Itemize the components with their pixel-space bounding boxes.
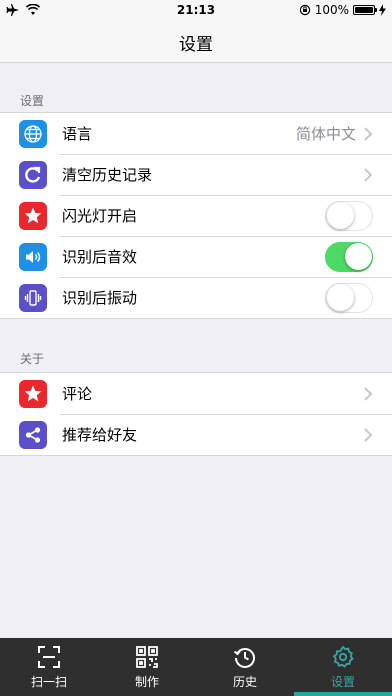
vibrate-icon [19, 283, 47, 312]
speaker-icon [19, 242, 47, 271]
vibrate-label: 识别后振动 [62, 289, 138, 307]
settings-group: 语言 简体中文 清空历史记录 闪光灯开启 识别后音效 识别后振动 [0, 112, 392, 319]
tab-scan[interactable]: 扫一扫 [0, 638, 98, 696]
qr-code-icon [136, 645, 158, 668]
sound-row: 识别后音效 [0, 236, 392, 277]
nav-bar: 设置 [0, 22, 392, 63]
review-row[interactable]: 评论 [0, 373, 392, 414]
globe-icon [19, 119, 47, 148]
history-icon [233, 647, 255, 668]
flash-label: 闪光灯开启 [62, 207, 138, 225]
language-label: 语言 [62, 125, 93, 143]
sound-toggle[interactable] [325, 241, 373, 272]
flash-toggle[interactable] [325, 200, 373, 231]
tab-scan-label: 扫一扫 [30, 674, 67, 689]
battery-percent: 100% [314, 3, 349, 17]
scan-icon [38, 645, 60, 668]
vibrate-toggle[interactable] [325, 282, 373, 313]
share-label: 推荐给好友 [62, 426, 138, 444]
tab-bar: 扫一扫 制作 历史 设置 [0, 638, 392, 696]
sound-label: 识别后音效 [62, 248, 138, 266]
status-bar: 21:13 100% [0, 0, 392, 22]
charging-icon [379, 4, 386, 16]
tab-settings-label: 设置 [330, 674, 355, 689]
vibrate-row: 识别后振动 [0, 277, 392, 318]
refresh-icon [19, 160, 47, 189]
star-icon [19, 201, 47, 230]
clear-history-row[interactable]: 清空历史记录 [0, 154, 392, 195]
language-value: 简体中文 [295, 125, 356, 143]
orientation-lock-icon [299, 4, 310, 16]
tab-settings[interactable]: 设置 [294, 638, 392, 696]
page-title: 设置 [179, 34, 213, 55]
section-header-about: 关于 [20, 352, 45, 366]
about-group: 评论 推荐给好友 [0, 372, 392, 456]
gear-icon [332, 645, 354, 668]
battery-icon [353, 5, 377, 15]
share-row[interactable]: 推荐给好友 [0, 414, 392, 455]
tab-history[interactable]: 历史 [196, 638, 294, 696]
language-row[interactable]: 语言 简体中文 [0, 113, 392, 154]
share-icon [19, 420, 47, 449]
review-label: 评论 [62, 385, 93, 403]
tab-create-label: 制作 [134, 674, 159, 689]
star-icon [19, 379, 47, 408]
section-header-settings: 设置 [20, 94, 45, 108]
clear-history-label: 清空历史记录 [62, 166, 153, 184]
chevron-right-icon [364, 126, 373, 141]
chevron-right-icon [364, 427, 373, 442]
chevron-right-icon [364, 167, 373, 182]
flash-row: 闪光灯开启 [0, 195, 392, 236]
tab-create[interactable]: 制作 [98, 638, 196, 696]
tab-history-label: 历史 [232, 674, 257, 689]
chevron-right-icon [364, 386, 373, 401]
